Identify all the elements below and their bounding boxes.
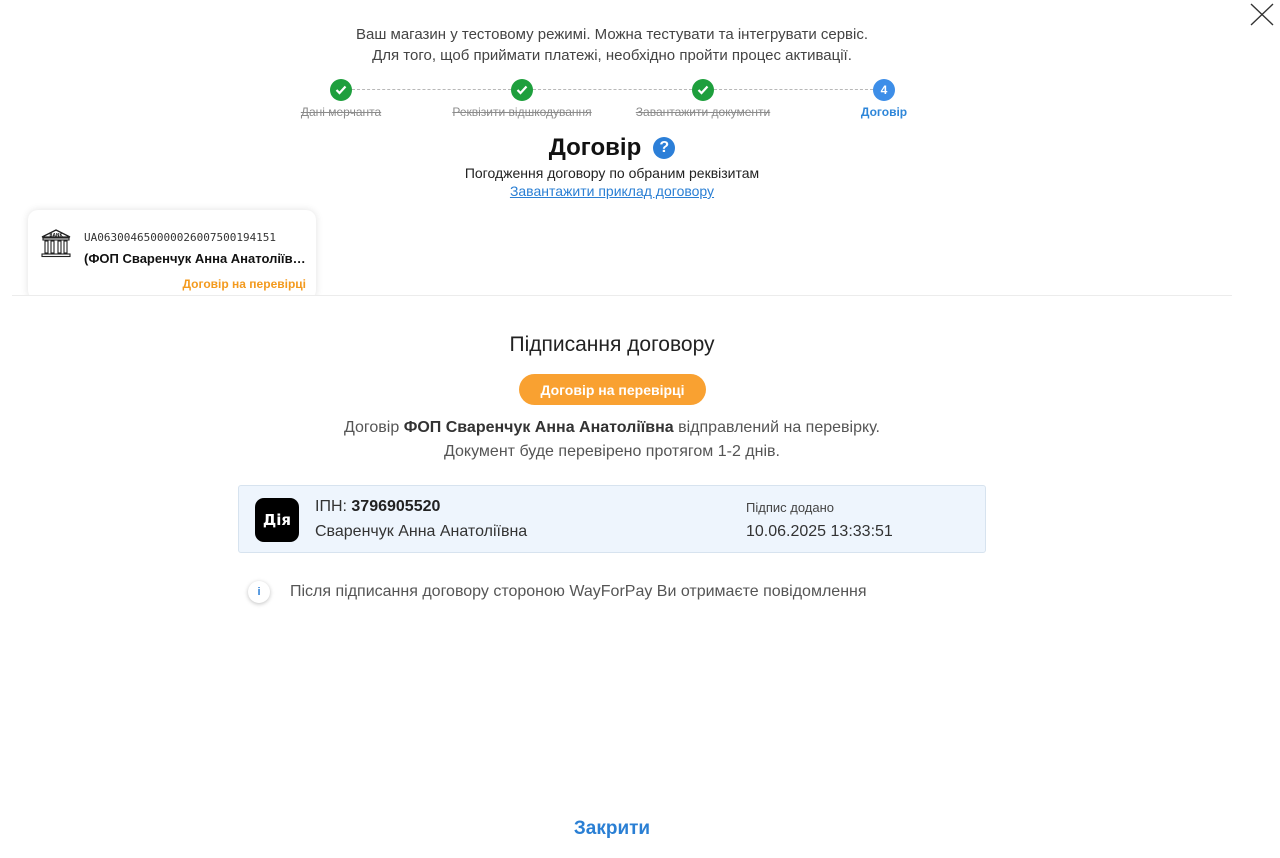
account-status-label: Договір на перевірці [182,277,306,291]
step-3-check-icon[interactable] [692,79,714,101]
signature-added-date: 10.06.2025 13:33:51 [746,523,893,540]
step-label-reimbursement-details[interactable]: Реквізити відшкодування [452,105,591,119]
signer-ipn: ІПН: 3796905520 [315,498,440,516]
info-text: Після підписання договору стороною WayFo… [290,583,867,600]
signature-added-label: Підпис додано [746,500,834,515]
step-2-check-icon[interactable] [511,79,533,101]
step-connector [714,89,873,90]
help-icon[interactable]: ? [653,137,676,159]
svg-text:BANK: BANK [49,232,63,237]
step-label-upload-documents[interactable]: Завантажити документи [636,105,770,119]
signing-status-text: Договір ФОП Сваренчук Анна Анатоліївна в… [0,416,1224,464]
signing-status-line-2: Документ буде перевірено протягом 1-2 дн… [444,443,780,460]
page-subtitle: Погодження договору по обраним реквізита… [464,165,760,181]
signing-status-line-1: Договір ФОП Сваренчук Анна Анатоліївна в… [0,416,1224,440]
download-sample-contract-link[interactable]: Завантажити приклад договору [510,183,714,199]
info-message: i Після підписання договору стороною Way… [248,580,867,604]
page-title: Договір [548,134,642,161]
account-owner: (ФОП Сваренчук Анна Анатоліївна) [84,251,308,266]
status-text-merchant-name: ФОП Сваренчук Анна Анатоліївна [403,419,674,436]
step-connector [352,89,511,90]
ipn-label: ІПН: [315,498,347,515]
step-1-check-icon[interactable] [330,79,352,101]
account-iban: UA063004650000026007500194151 [84,231,277,244]
ipn-value: 3796905520 [351,498,441,515]
info-icon: i [248,581,270,603]
step-label-merchant-data[interactable]: Дані мерчанта [301,105,381,119]
status-text-prefix: Договір [344,419,400,436]
step-connector [533,89,692,90]
page-title-row: Договір? [0,134,1224,162]
signing-title: Підписання договору [509,333,715,356]
sample-link-row: Завантажити приклад договору [0,183,1224,199]
status-text-suffix: відправлений на перевірку. [678,419,880,436]
step-4-number[interactable]: 4 [873,79,895,101]
activation-stepper: 4 Дані мерчанта Реквізити відшкодування … [280,78,940,122]
signer-name: Сваренчук Анна Анатоліївна [315,523,528,540]
close-button[interactable]: Закрити [0,818,1224,840]
step-label-contract[interactable]: Договір [861,105,907,119]
diia-logo-icon: Дія [255,498,299,542]
notice-line-1: Ваш магазин у тестовому режимі. Можна те… [355,26,869,43]
test-mode-notice: Ваш магазин у тестовому режимі. Можна те… [0,24,1224,66]
notice-line-2: Для того, щоб приймати платежі, необхідн… [372,47,852,64]
close-icon[interactable] [1244,0,1278,30]
bank-icon: BANK [41,229,71,258]
section-divider [12,295,1232,296]
contract-status-badge: Договір на перевірці [519,374,706,405]
signature-info-box: Дія ІПН: 3796905520 Сваренчук Анна Анато… [238,485,986,553]
account-card[interactable]: BANK UA063004650000026007500194151 (ФОП … [28,210,316,300]
